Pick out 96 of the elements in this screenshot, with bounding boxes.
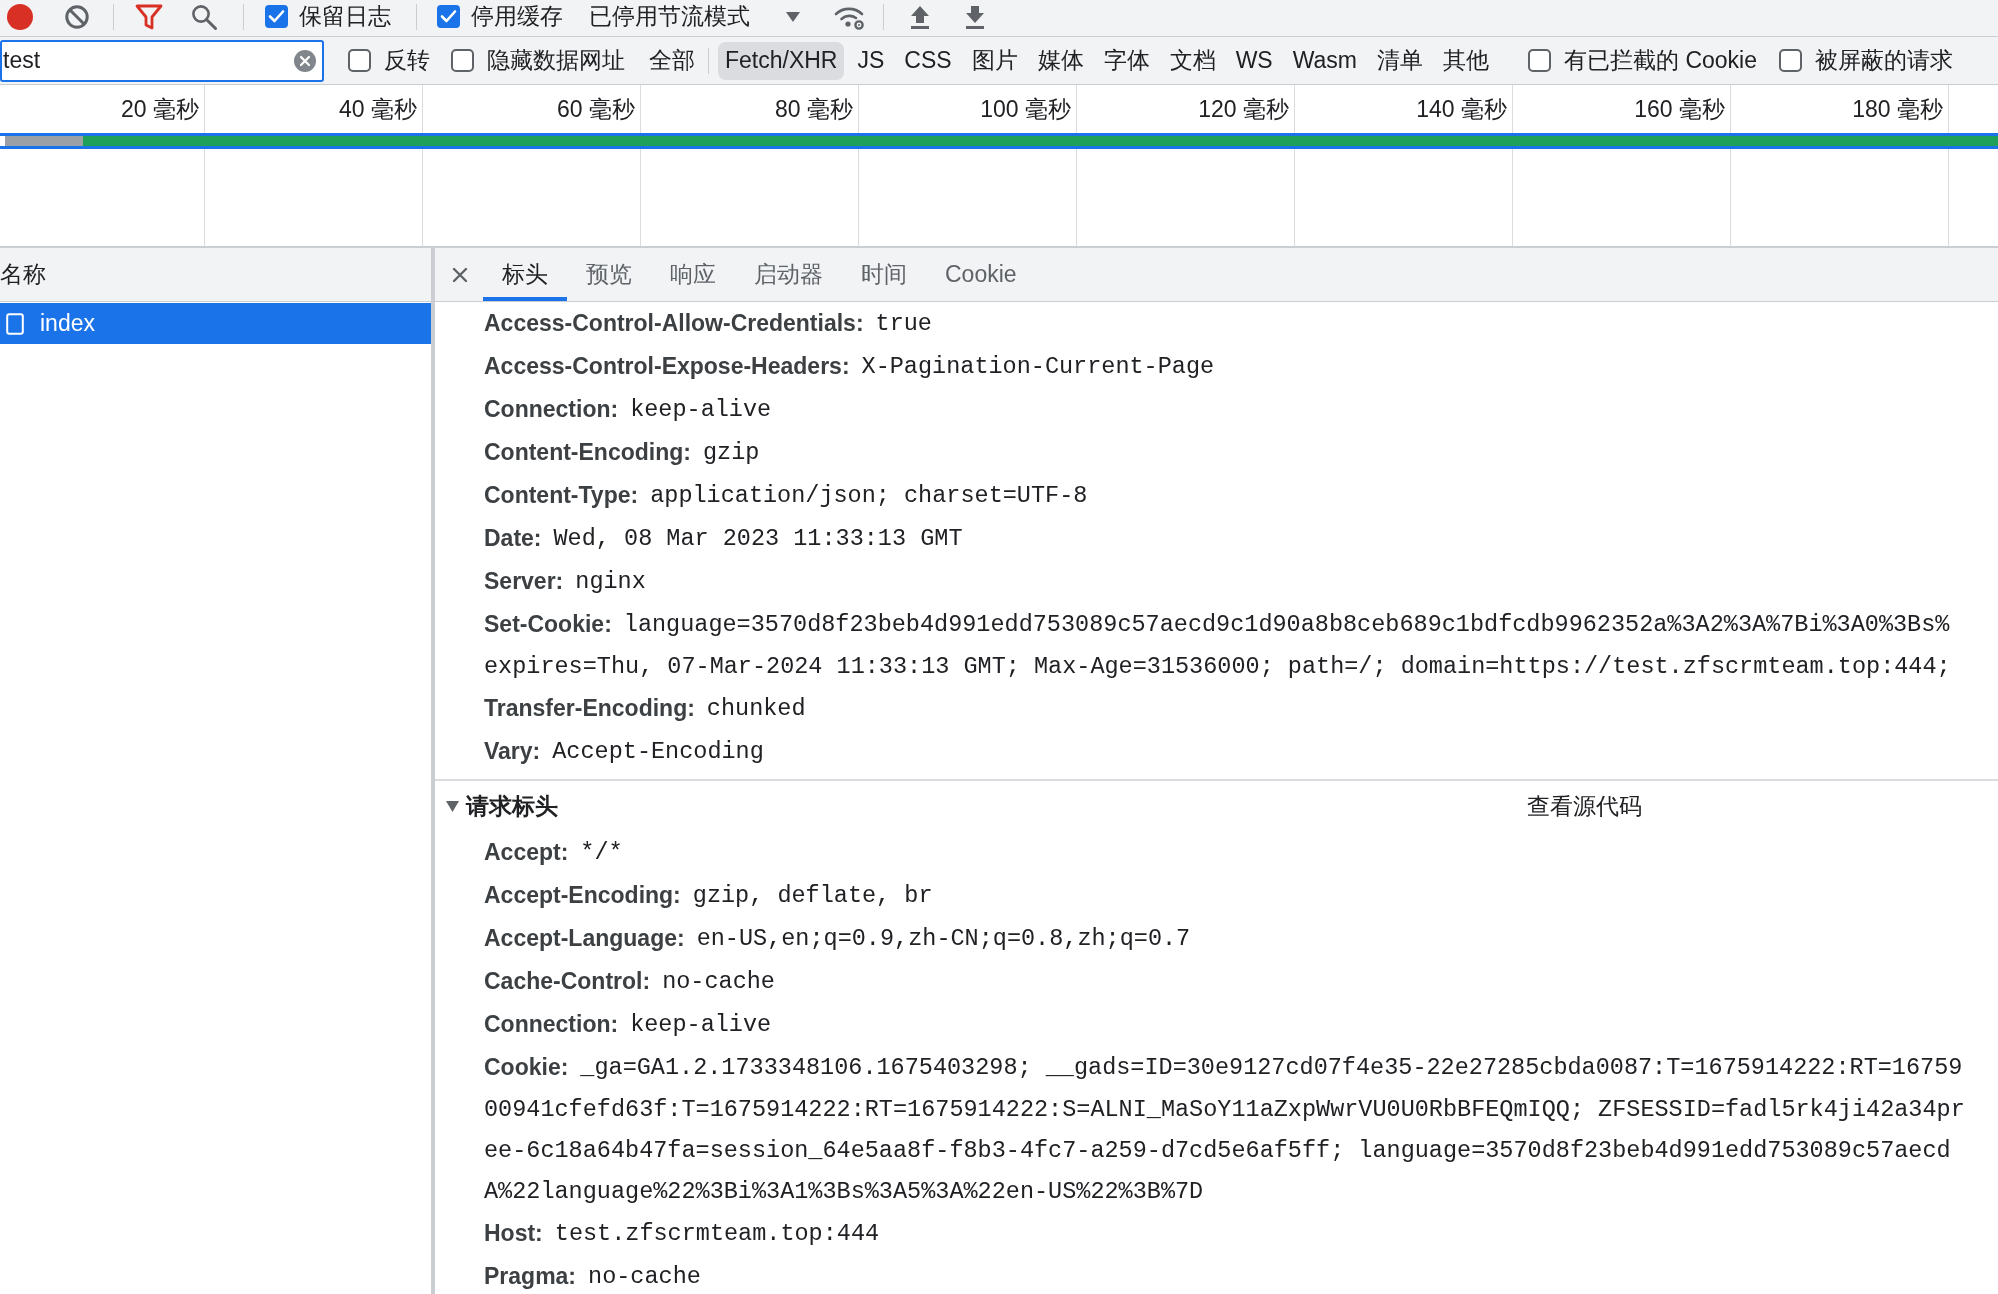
header-name: Set-Cookie:	[484, 611, 612, 638]
type-filter[interactable]: 清单	[1370, 41, 1430, 80]
search-field[interactable]: test	[0, 39, 324, 82]
header-name: Accept:	[484, 839, 569, 866]
header-name: Pragma:	[484, 1263, 577, 1290]
type-filter[interactable]: 媒体	[1030, 41, 1091, 80]
checkbox-label[interactable]: 有已拦截的 Cookie	[1564, 45, 1757, 76]
header-value: chunked	[706, 695, 806, 722]
header-name: Host:	[484, 1220, 543, 1247]
type-filter[interactable]: 图片	[964, 41, 1025, 80]
tab[interactable]: 响应	[651, 248, 735, 301]
tab[interactable]: 启动器	[735, 248, 842, 301]
checkbox-label[interactable]: 停用缓存	[471, 1, 563, 32]
checkbox-label[interactable]: 被屏蔽的请求	[1815, 45, 1953, 76]
header-name: Content-Type:	[484, 482, 639, 509]
header-value: keep-alive	[630, 1011, 772, 1038]
timeline-tick: 120 毫秒	[1198, 94, 1289, 124]
header-name: Content-Encoding:	[484, 439, 691, 466]
document-icon	[6, 312, 24, 335]
header-name: Accept-Language:	[484, 925, 685, 952]
header-value: ee-6c18a64b47fa=session_64e5aa8f-f8b3-4fc7-a259-d7cd5e6af5ff; language=3570d8f23beb4d991edd753089c57aecd	[484, 1137, 1951, 1164]
type-filter[interactable]: 文档	[1162, 41, 1223, 80]
tab[interactable]: Cookie	[926, 248, 1036, 301]
type-filter[interactable]: 其他	[1436, 41, 1496, 80]
header-name: Connection:	[484, 396, 619, 423]
header-value: gzip, deflate, br	[692, 882, 933, 909]
checkbox-label[interactable]: 保留日志	[299, 1, 391, 32]
tab[interactable]: 预览	[567, 248, 651, 301]
header-name: Vary:	[484, 738, 541, 765]
record-icon[interactable]	[7, 3, 33, 30]
tab[interactable]: 标头	[483, 248, 567, 301]
header-name: Accept-Encoding:	[484, 882, 681, 909]
checkbox[interactable]	[437, 5, 460, 28]
request-row[interactable]: index	[0, 303, 431, 344]
checkbox[interactable]	[451, 49, 474, 72]
type-filter[interactable]: Fetch/XHR	[718, 41, 845, 80]
checkbox-label[interactable]: 反转	[384, 45, 430, 76]
throttling-dropdown[interactable]: 已停用节流模式	[589, 1, 800, 32]
header-value: X-Pagination-Current-Page	[861, 353, 1215, 380]
clear-icon[interactable]	[294, 49, 316, 72]
header-name: Date:	[484, 525, 542, 552]
header-value: gzip	[702, 439, 760, 466]
header-value: */*	[580, 839, 623, 866]
timeline-tick: 20 毫秒	[121, 94, 199, 124]
header-value: Wed, 08 Mar 2023 11:33:13 GMT	[553, 525, 963, 552]
header-name: Transfer-Encoding:	[484, 695, 695, 722]
header-value: 00941cfefd63f:T=1675914222:RT=1675914222:S=ALNI_MaSoY11aZxpWwrVU0U0RbBFEQmIQQ; ZFSESSID=fadl5rk4ji42a34pr	[484, 1096, 1965, 1123]
header-value: test.zfscrmteam.top:444	[554, 1220, 880, 1247]
checkbox-label[interactable]: 隐藏数据网址	[487, 45, 625, 76]
header-name: Server:	[484, 568, 564, 595]
header-value: no-cache	[588, 1263, 701, 1290]
header-value: true	[875, 310, 932, 337]
type-filter[interactable]: CSS	[897, 41, 959, 80]
timeline-tick: 180 毫秒	[1852, 94, 1943, 124]
header-value: application/json; charset=UTF-8	[650, 482, 1088, 509]
timeline-tick: 40 毫秒	[339, 94, 417, 124]
header-name: Access-Control-Allow-Credentials:	[484, 310, 864, 337]
disclosure-triangle-icon[interactable]	[446, 800, 459, 812]
header-value: Accept-Encoding	[552, 738, 764, 765]
header-value: nginx	[575, 568, 646, 595]
timeline-tick: 60 毫秒	[557, 94, 635, 124]
header-value: A%22language%22%3Bi%3A1%3Bs%3A5%3A%22en-US%22%3B%7D	[484, 1178, 1204, 1205]
type-filter[interactable]: 全部	[642, 41, 702, 80]
filter-icon[interactable]	[135, 3, 163, 30]
checkbox[interactable]	[348, 49, 371, 72]
header-name: Access-Control-Expose-Headers:	[484, 353, 850, 380]
request-name: index	[40, 310, 95, 337]
header-value: en-US,en;q=0.9,zh-CN;q=0.8,zh;q=0.7	[696, 925, 1191, 952]
checkbox[interactable]	[1528, 49, 1551, 72]
header-value: expires=Thu, 07-Mar-2024 11:33:13 GMT; Max-Age=31536000; path=/; domain=https://test.zfscrmteam.top:444;	[484, 653, 1951, 680]
view-source-link[interactable]: 查看源代码	[1527, 790, 1642, 822]
timeline-tick: 140 毫秒	[1416, 94, 1507, 124]
timeline-tick: 80 毫秒	[775, 94, 853, 124]
header-value: _ga=GA1.2.1733348106.1675403298; __gads=ID=30e9127cd07f4e35-22e27285cbda0087:T=1675914222:RT=16759	[580, 1054, 1963, 1081]
type-filter[interactable]: WS	[1228, 41, 1280, 80]
close-icon[interactable]	[452, 266, 468, 283]
header-value: no-cache	[662, 968, 775, 995]
type-filter[interactable]: Wasm	[1285, 41, 1364, 80]
header-name: Cookie:	[484, 1054, 569, 1081]
type-filter[interactable]: JS	[850, 41, 892, 80]
type-filter[interactable]: 字体	[1096, 41, 1157, 80]
header-value: keep-alive	[630, 396, 772, 423]
header-name: Cache-Control:	[484, 968, 651, 995]
caret-icon	[786, 11, 800, 22]
block-icon[interactable]	[65, 4, 89, 29]
timeline-tick: 160 毫秒	[1634, 94, 1725, 124]
header-name: Connection:	[484, 1011, 619, 1038]
section-title: 请求标头	[466, 791, 558, 821]
checkbox[interactable]	[265, 5, 288, 28]
download-icon[interactable]	[963, 3, 987, 30]
checkbox[interactable]	[1779, 49, 1802, 72]
tab[interactable]: 时间	[842, 248, 926, 301]
search-icon[interactable]	[191, 3, 217, 30]
column-header[interactable]: 名称	[0, 248, 431, 302]
header-value: language=3570d8f23beb4d991edd753089c57aecd9c1d90a8b8ceb689c1bdfcdb9962352a%3A2%3A%7Bi%3A0%3Bs%	[623, 611, 1950, 638]
timeline-tick: 100 毫秒	[980, 94, 1071, 124]
